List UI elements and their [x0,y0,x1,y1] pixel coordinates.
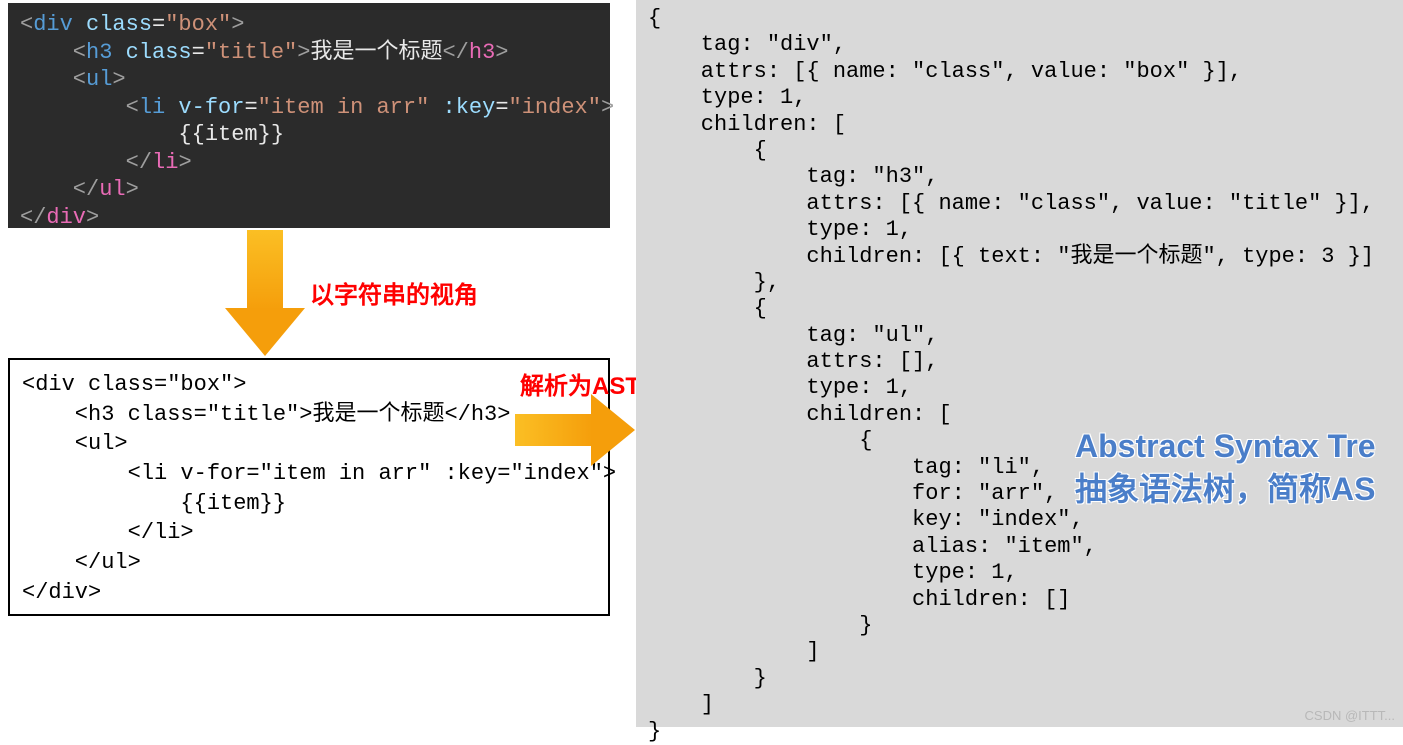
code-token: </ [20,150,152,175]
code-token: > [126,177,139,202]
code-token: li [139,95,165,120]
code-token: = [495,95,508,120]
code-token: < [20,40,86,65]
code-token: = [152,12,165,37]
code-token: ul [86,67,112,92]
ast-title: Abstract Syntax Tre 抽象语法树，简称AS [1075,425,1376,511]
code-token: = [244,95,257,120]
code-token: > [601,95,614,120]
code-token: class [112,40,191,65]
code-token: class [73,12,152,37]
code-token: "box" [165,12,231,37]
ast-output: { tag: "div", attrs: [{ name: "class", v… [636,0,1403,727]
code-token: h3 [86,40,112,65]
code-token: > [178,150,191,175]
code-token: </ [442,40,468,65]
arrow-right-icon [515,394,635,466]
code-token: > [112,67,125,92]
code-token: div [33,12,73,37]
code-token: < [20,95,139,120]
code-token: "index" [509,95,601,120]
label-string-view: 以字符串的视角 [310,275,478,310]
code-token: > [86,205,99,230]
vue-template-code-dark: <div class="box"> <h3 class="title">我是一个… [8,3,610,228]
code-token: {{item}} [20,122,284,147]
code-token: v-for [165,95,244,120]
code-token: > [231,12,244,37]
code-token: > [297,40,310,65]
code-token: < [20,12,33,37]
code-token: </ [20,205,46,230]
arrow-down-icon [225,230,305,356]
code-token: :key [429,95,495,120]
code-token: div [46,205,86,230]
code-token: 我是一个标题 [310,40,442,65]
code-token: h3 [469,40,495,65]
code-token: ul [99,177,125,202]
watermark: CSDN @ITTT... [1305,708,1395,723]
code-token: > [495,40,508,65]
code-token: li [152,150,178,175]
code-token: </ [20,177,99,202]
code-token: "item in arr" [258,95,430,120]
code-token: < [20,67,86,92]
code-token: = [192,40,205,65]
code-token: "title" [205,40,297,65]
